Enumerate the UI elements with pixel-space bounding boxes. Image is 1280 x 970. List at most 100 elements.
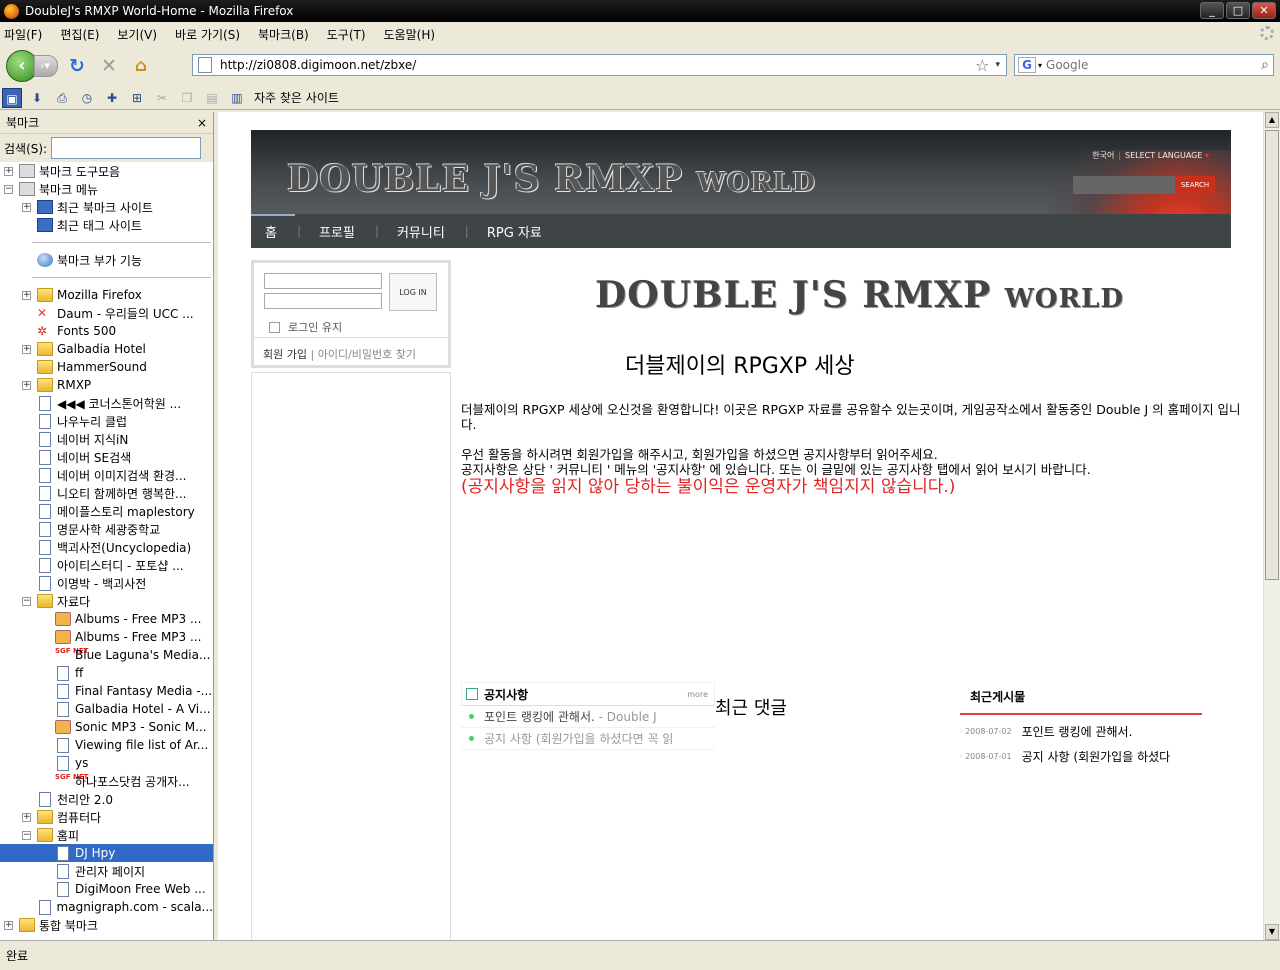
maximize-button[interactable]: □ xyxy=(1226,2,1250,19)
notice-item-text[interactable]: 공지 사항 (회원가입을 하셨다면 꼭 읽 xyxy=(484,730,673,747)
remember-checkbox[interactable] xyxy=(269,321,280,333)
login-id-input[interactable] xyxy=(264,273,382,289)
expand-icon[interactable]: + xyxy=(22,812,31,822)
select-language[interactable]: SELECT LANGUAGE xyxy=(1125,151,1202,160)
menu-go[interactable]: 바로 가기(S) xyxy=(175,26,240,43)
recent-post-item[interactable]: 2008-07-01 공지 사항 (회원가입을 하셨다 xyxy=(960,748,1202,765)
recent-post-item[interactable]: 2008-07-02 포인트 랭킹에 관해서. xyxy=(960,723,1202,740)
scroll-up-icon[interactable]: ▲ xyxy=(1265,112,1279,128)
close-window-button[interactable]: ✕ xyxy=(1252,2,1276,19)
language-selector[interactable]: 한국어 | SELECT LANGUAGE ▾ xyxy=(1092,150,1209,161)
bookmark-folder[interactable]: + Mozilla Firefox xyxy=(0,286,213,304)
favorites-folder-icon[interactable]: ▥ xyxy=(227,88,247,108)
forward-button[interactable]: ›▾ xyxy=(34,55,58,77)
collapse-icon[interactable]: − xyxy=(22,830,31,840)
bookmark-item[interactable]: + 통합 북마크 xyxy=(0,916,213,934)
nav-rpg-resources[interactable]: RPG 자료 xyxy=(487,222,542,241)
menu-view[interactable]: 보기(V) xyxy=(117,26,157,43)
expand-icon[interactable]: + xyxy=(22,344,31,354)
bookmark-item[interactable]: Sonic MP3 - Sonic M... xyxy=(0,718,213,736)
nav-home[interactable]: 홈 xyxy=(265,222,277,241)
bookmark-item[interactable]: Final Fantasy Media -... xyxy=(0,682,213,700)
bookmark-folder[interactable]: 최근 태그 사이트 xyxy=(0,216,213,234)
search-icon[interactable]: ⌕ xyxy=(1261,57,1269,73)
site-logo[interactable]: DOUBLE J'S RMXP WORLD xyxy=(287,158,816,200)
bookmark-item[interactable]: 명문사학 세광중학교 xyxy=(0,520,213,538)
expand-icon[interactable]: + xyxy=(22,380,31,390)
bookmark-item[interactable]: 아이티스터디 - 포토샵 ... xyxy=(0,556,213,574)
bookmark-folder[interactable]: − 홈피 xyxy=(0,826,213,844)
language-dropdown-icon[interactable]: ▾ xyxy=(1205,151,1209,160)
sidebar-search-input[interactable] xyxy=(51,137,202,159)
bookmark-item[interactable]: SGF NET 하나포스닷컴 공개자... xyxy=(0,772,213,790)
print-icon[interactable]: ⎙ xyxy=(52,88,72,108)
bookmark-folder[interactable]: + 북마크 도구모음 xyxy=(0,162,213,180)
bookmark-folder[interactable]: + RMXP xyxy=(0,376,213,394)
site-search-input[interactable] xyxy=(1073,176,1175,194)
bookmark-item[interactable]: DigiMoon Free Web ... xyxy=(0,880,213,898)
reload-icon[interactable]: ↻ xyxy=(64,53,90,79)
nav-profile[interactable]: 프로필 xyxy=(319,222,355,241)
post-title[interactable]: 포인트 랭킹에 관해서. xyxy=(1022,723,1133,740)
bookmark-folder[interactable]: + Galbadia Hotel xyxy=(0,340,213,358)
search-input[interactable] xyxy=(1046,58,1262,72)
bookmark-item[interactable]: 니오티 함께하면 행복한... xyxy=(0,484,213,502)
bookmark-folder[interactable]: − 자료다 xyxy=(0,592,213,610)
bookmark-item[interactable]: SGF NET Blue Laguna's Media... xyxy=(0,646,213,664)
menu-bookmarks[interactable]: 북마크(B) xyxy=(258,26,309,43)
sidebar-close-icon[interactable]: × xyxy=(197,116,207,130)
bookmark-item[interactable]: Albums - Free MP3 ... xyxy=(0,628,213,646)
bookmark-folder[interactable]: + 최근 북마크 사이트 xyxy=(0,198,213,216)
url-dropdown-icon[interactable]: ▾ xyxy=(995,60,1000,70)
find-account-link[interactable]: 아이디/비밀번호 찾기 xyxy=(318,348,416,361)
bookmark-item[interactable]: 네이버 SE검색 xyxy=(0,448,213,466)
page-scrollbar[interactable]: ▲ ▼ xyxy=(1263,112,1280,940)
engine-dropdown-icon[interactable]: ▾ xyxy=(1038,61,1042,70)
login-button[interactable]: LOG IN xyxy=(389,273,437,311)
menu-file[interactable]: 파일(F) xyxy=(4,26,42,43)
bookmark-item[interactable]: 메이플스토리 maplestory xyxy=(0,502,213,520)
copy-icon[interactable]: ❐ xyxy=(177,88,197,108)
cut-icon[interactable]: ✂ xyxy=(152,88,172,108)
nav-community[interactable]: 커뮤니티 xyxy=(397,222,445,241)
collapse-icon[interactable]: − xyxy=(4,184,13,194)
bookmark-item[interactable]: 나우누리 클럽 xyxy=(0,412,213,430)
expand-icon[interactable]: + xyxy=(4,166,13,176)
expand-icon[interactable]: + xyxy=(4,920,13,930)
bookmark-item[interactable]: 관리자 페이지 xyxy=(0,862,213,880)
signup-link[interactable]: 회원 가입 xyxy=(263,348,307,361)
bookmark-folder[interactable]: − 북마크 메뉴 xyxy=(0,180,213,198)
bookmark-folder[interactable]: HammerSound xyxy=(0,358,213,376)
collapse-icon[interactable]: − xyxy=(22,596,31,606)
home-icon[interactable]: ⌂ xyxy=(128,53,154,79)
bookmark-item[interactable]: ff xyxy=(0,664,213,682)
bookmark-item[interactable]: ✕ Daum - 우리들의 UCC ... xyxy=(0,304,213,322)
most-visited-bookmark[interactable]: 자주 찾은 사이트 xyxy=(254,89,339,106)
google-engine-icon[interactable]: G xyxy=(1018,57,1036,73)
login-password-input[interactable] xyxy=(264,293,382,309)
scroll-thumb[interactable] xyxy=(1265,130,1279,580)
remember-login[interactable]: 로그인 유지 xyxy=(269,319,342,335)
bookmark-item[interactable]: DJ Hpy xyxy=(0,844,213,862)
scroll-down-icon[interactable]: ▼ xyxy=(1265,924,1279,940)
bookmark-item[interactable]: 천리안 2.0 xyxy=(0,790,213,808)
bookmark-folder[interactable]: + 컴퓨터다 xyxy=(0,808,213,826)
bookmark-item[interactable]: 이명박 - 백괴사전 xyxy=(0,574,213,592)
expand-icon[interactable]: + xyxy=(22,202,31,212)
bookmark-item[interactable]: 북마크 부가 기능 xyxy=(0,251,213,269)
menu-edit[interactable]: 편집(E) xyxy=(60,26,99,43)
bookmark-item[interactable]: 네이버 지식iN xyxy=(0,430,213,448)
history-icon[interactable]: ◷ xyxy=(77,88,97,108)
current-language[interactable]: 한국어 xyxy=(1092,151,1114,160)
bookmark-item[interactable]: Viewing file list of Ar... xyxy=(0,736,213,754)
notice-item[interactable]: 포인트 랭킹에 관해서. - Double J xyxy=(461,706,715,728)
bookmark-item[interactable]: ✲ Fonts 500 xyxy=(0,322,213,340)
notice-item[interactable]: 공지 사항 (회원가입을 하셨다면 꼭 읽 xyxy=(461,728,715,750)
expand-icon[interactable]: + xyxy=(22,290,31,300)
bookmark-item[interactable]: ◀◀◀ 코너스톤어학원 ... xyxy=(0,394,213,412)
new-window-icon[interactable]: ⊞ xyxy=(127,88,147,108)
stop-icon[interactable]: ✕ xyxy=(96,53,122,79)
bookmark-star-icon[interactable]: ☆ xyxy=(975,56,989,75)
paste-icon[interactable]: ▤ xyxy=(202,88,222,108)
menu-tools[interactable]: 도구(T) xyxy=(327,26,366,43)
